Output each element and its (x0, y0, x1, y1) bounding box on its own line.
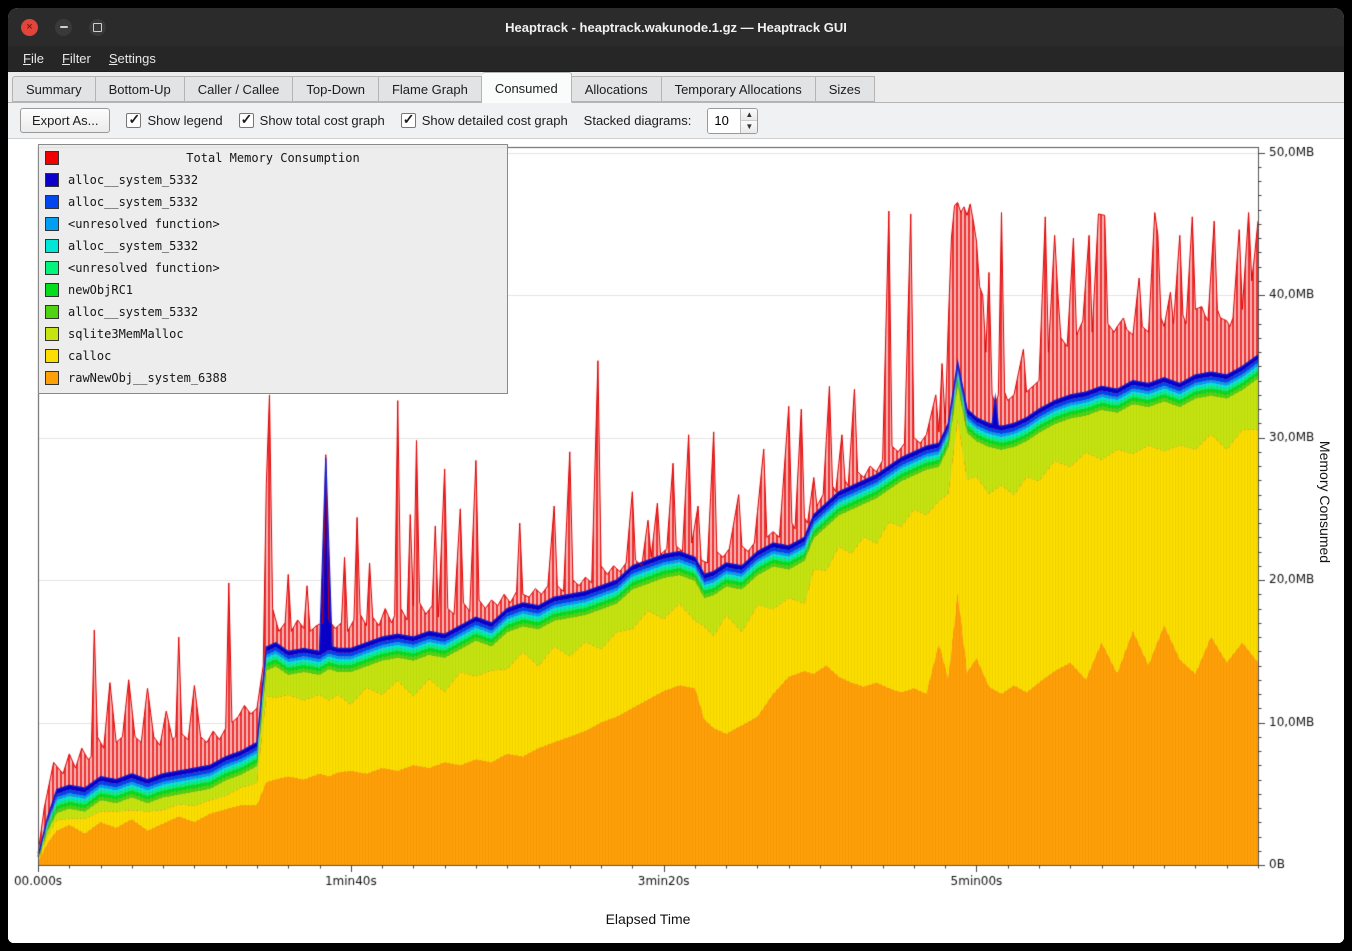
menu-item-filter[interactable]: Filter (53, 48, 100, 69)
checkbox-label[interactable]: Show detailed cost graph (422, 113, 568, 128)
checkbox-show-total-cost-graph[interactable]: ✓ Show total cost graph (239, 113, 385, 128)
tab-caller-callee[interactable]: Caller / Callee (185, 76, 294, 102)
x-axis-title: Elapsed Time (38, 911, 1258, 927)
legend-item: alloc__system_5332 (39, 169, 507, 191)
legend-swatch (45, 349, 59, 363)
legend-swatch (45, 239, 59, 253)
stacked-diagrams-label: Stacked diagrams: (584, 113, 692, 128)
window-title: Heaptrack - heaptrack.wakunode.1.gz — He… (8, 20, 1344, 35)
checkbox-label[interactable]: Show total cost graph (260, 113, 385, 128)
menu-bar: File Filter Settings (8, 46, 1344, 72)
legend-swatch (45, 217, 59, 231)
export-as-button[interactable]: Export As... (20, 108, 110, 133)
check-icon: ✓ (403, 111, 415, 128)
legend-label: newObjRC1 (68, 283, 133, 297)
legend-swatch (45, 195, 59, 209)
tab-summary[interactable]: Summary (12, 76, 96, 102)
chart-legend: Total Memory Consumption alloc__system_5… (38, 144, 508, 394)
stacked-diagrams-spinbox[interactable]: ▲ ▼ (707, 108, 758, 134)
checkbox-box[interactable]: ✓ (126, 113, 141, 128)
chevron-up-icon: ▲ (745, 110, 753, 119)
checkbox-box[interactable]: ✓ (401, 113, 416, 128)
legend-item: <unresolved function> (39, 257, 507, 279)
stacked-diagrams-input[interactable] (708, 109, 740, 133)
menu-item-file[interactable]: File (14, 48, 53, 69)
legend-swatch (45, 305, 59, 319)
legend-item: <unresolved function> (39, 213, 507, 235)
screen: × Heaptrack - heaptrack.wakunode.1.gz — … (0, 0, 1352, 951)
heaptrack-window: × Heaptrack - heaptrack.wakunode.1.gz — … (8, 8, 1344, 943)
legend-label: calloc (68, 349, 111, 363)
title-bar: × Heaptrack - heaptrack.wakunode.1.gz — … (8, 8, 1344, 46)
legend-label: <unresolved function> (68, 261, 220, 275)
legend-swatch (45, 261, 59, 275)
chart-area: Total Memory Consumption alloc__system_5… (8, 139, 1344, 943)
checkbox-box[interactable]: ✓ (239, 113, 254, 128)
legend-item: newObjRC1 (39, 279, 507, 301)
spin-up-button[interactable]: ▲ (741, 109, 757, 122)
legend-label: alloc__system_5332 (68, 239, 198, 253)
legend-label: alloc__system_5332 (68, 195, 198, 209)
legend-item: alloc__system_5332 (39, 191, 507, 213)
legend-title-row: Total Memory Consumption (39, 147, 507, 169)
tab-bar: Summary Bottom-Up Caller / Callee Top-Do… (8, 72, 1344, 103)
legend-item: rawNewObj__system_6388 (39, 367, 507, 389)
tab-allocations[interactable]: Allocations (572, 76, 662, 102)
legend-label: <unresolved function> (68, 217, 220, 231)
legend-title: Total Memory Consumption (39, 147, 507, 169)
legend-item: sqlite3MemMalloc (39, 323, 507, 345)
legend-swatch (45, 327, 59, 341)
legend-item: alloc__system_5332 (39, 301, 507, 323)
legend-label: sqlite3MemMalloc (68, 327, 184, 341)
check-icon: ✓ (241, 111, 253, 128)
legend-label: rawNewObj__system_6388 (68, 371, 227, 385)
check-icon: ✓ (128, 111, 140, 128)
checkbox-label[interactable]: Show legend (147, 113, 222, 128)
legend-swatch (45, 283, 59, 297)
legend-swatch (45, 173, 59, 187)
toolbar: Export As... ✓ Show legend ✓ Show total … (8, 103, 1344, 139)
menu-item-settings[interactable]: Settings (100, 48, 165, 69)
legend-label: alloc__system_5332 (68, 173, 198, 187)
checkbox-show-legend[interactable]: ✓ Show legend (126, 113, 222, 128)
legend-swatch (45, 371, 59, 385)
legend-total-swatch (45, 151, 59, 165)
tab-sizes[interactable]: Sizes (816, 76, 875, 102)
spin-down-button[interactable]: ▼ (741, 121, 757, 133)
tab-temporary-allocations[interactable]: Temporary Allocations (662, 76, 816, 102)
tab-consumed[interactable]: Consumed (482, 72, 572, 103)
legend-item: calloc (39, 345, 507, 367)
tab-top-down[interactable]: Top-Down (293, 76, 379, 102)
tab-flame-graph[interactable]: Flame Graph (379, 76, 482, 102)
chevron-down-icon: ▼ (745, 122, 753, 131)
legend-item: alloc__system_5332 (39, 235, 507, 257)
legend-label: alloc__system_5332 (68, 305, 198, 319)
tab-bottom-up[interactable]: Bottom-Up (96, 76, 185, 102)
checkbox-show-detailed-cost-graph[interactable]: ✓ Show detailed cost graph (401, 113, 568, 128)
y-axis-title: Memory Consumed (1314, 139, 1336, 865)
